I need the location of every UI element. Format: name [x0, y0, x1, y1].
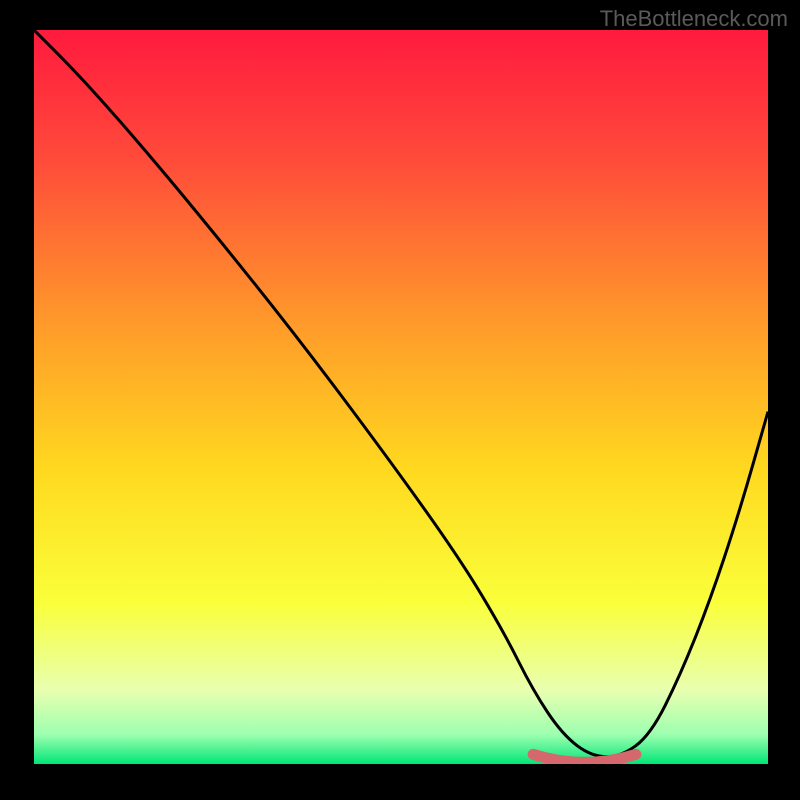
watermark-text: TheBottleneck.com [600, 6, 788, 32]
optimal-range-highlight [533, 754, 636, 762]
bottleneck-curve [34, 30, 768, 757]
chart-area [34, 30, 768, 764]
curve-layer [34, 30, 768, 764]
